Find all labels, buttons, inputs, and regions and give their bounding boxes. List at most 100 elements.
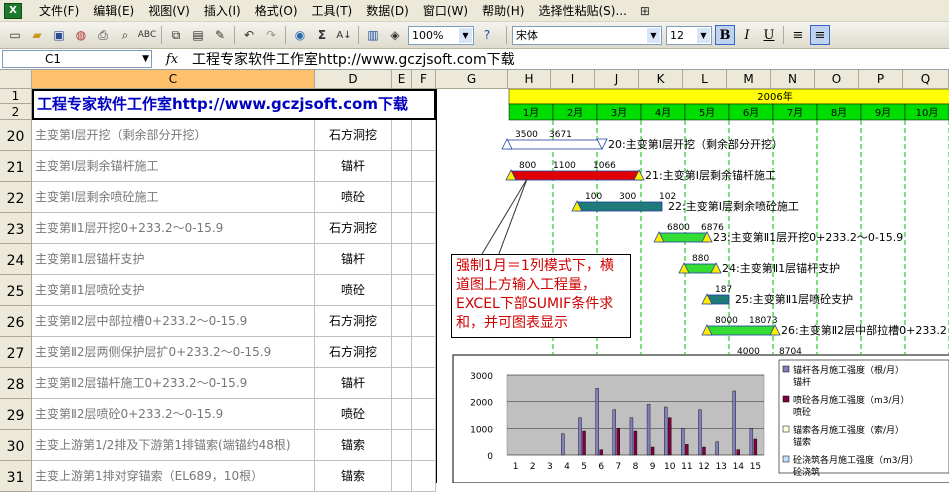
task-name-cell[interactable]: 主变第Ⅱ1层开挖0+233.2～0-15.9 [32, 213, 315, 244]
formula-input[interactable]: 工程专家软件工作室http://www.gczjsoft.com下载 [192, 49, 515, 69]
column-header-i[interactable]: I [551, 70, 595, 89]
empty-cell[interactable] [392, 182, 412, 213]
task-name-cell[interactable]: 主变上游第1排对穿锚索（EL689，10根） [32, 461, 315, 492]
empty-cell[interactable] [412, 337, 436, 368]
empty-cell[interactable] [412, 275, 436, 306]
row-header[interactable]: 20 [0, 120, 32, 151]
task-name-cell[interactable]: 主变第Ⅰ层剩余锚杆施工 [32, 151, 315, 182]
empty-cell[interactable] [392, 399, 412, 430]
row-header[interactable]: 25 [0, 275, 32, 306]
insert-function-icon[interactable]: fx [152, 52, 192, 67]
column-header-o[interactable]: O [815, 70, 859, 89]
column-header-n[interactable]: N [771, 70, 815, 89]
align-left-icon[interactable]: ≡ [788, 25, 808, 45]
column-header-l[interactable]: L [683, 70, 727, 89]
row-header[interactable]: 26 [0, 306, 32, 337]
row-header-1[interactable]: 1 [0, 89, 32, 104]
empty-cell[interactable] [412, 213, 436, 244]
chart-wizard-icon[interactable]: ▥ [364, 26, 382, 44]
empty-cell[interactable] [412, 368, 436, 399]
work-type-cell[interactable]: 喷砼 [315, 182, 392, 213]
work-type-cell[interactable]: 喷砼 [315, 275, 392, 306]
empty-cell[interactable] [412, 399, 436, 430]
empty-cell[interactable] [392, 306, 412, 337]
task-name-cell[interactable]: 主变上游第1/2排及下游第1排锚索(端锚约48根) [32, 430, 315, 461]
work-type-cell[interactable]: 锚索 [315, 430, 392, 461]
task-name-cell[interactable]: 主变第Ⅱ1层锚杆支护 [32, 244, 315, 275]
print-icon[interactable]: ⎙ [94, 26, 112, 44]
work-type-cell[interactable]: 石方洞挖 [315, 306, 392, 337]
task-name-cell[interactable]: 主变第Ⅱ2层锚杆施工0+233.2～0-15.9 [32, 368, 315, 399]
empty-cell[interactable] [412, 244, 436, 275]
chevron-down-icon[interactable]: ▼ [142, 51, 149, 67]
row-header[interactable]: 27 [0, 337, 32, 368]
row-header[interactable]: 28 [0, 368, 32, 399]
empty-cell[interactable] [412, 430, 436, 461]
menu-data[interactable]: 数据(D) [359, 1, 416, 21]
font-select[interactable]: 宋体 ▼ [512, 25, 662, 45]
work-type-cell[interactable]: 锚索 [315, 461, 392, 492]
undo-icon[interactable]: ↶ [240, 26, 258, 44]
work-type-cell[interactable]: 喷砼 [315, 399, 392, 430]
column-header-j[interactable]: J [595, 70, 639, 89]
column-header-m[interactable]: M [727, 70, 771, 89]
autosum-icon[interactable]: Σ [313, 26, 331, 44]
task-name-cell[interactable]: 主变第Ⅱ2层两侧保护层扩0+233.2～0-15.9 [32, 337, 315, 368]
row-header[interactable]: 31 [0, 461, 32, 492]
task-name-cell[interactable]: 主变第Ⅰ层剩余喷砼施工 [32, 182, 315, 213]
menu-insert[interactable]: 插入(I) [197, 1, 248, 21]
column-header-h[interactable]: H [508, 70, 551, 89]
task-name-cell[interactable]: 主变第Ⅰ层开挖（剩余部分开挖） [32, 120, 315, 151]
new-file-icon[interactable]: ▭ [6, 26, 24, 44]
chevron-down-icon[interactable]: ▼ [459, 27, 472, 43]
row-header[interactable]: 24 [0, 244, 32, 275]
permission-icon[interactable]: ◍ [72, 26, 90, 44]
empty-cell[interactable] [392, 213, 412, 244]
empty-cell[interactable] [392, 244, 412, 275]
column-header-q[interactable]: Q [903, 70, 949, 89]
underline-button[interactable]: U [759, 25, 779, 45]
name-box[interactable]: C1 ▼ [2, 50, 152, 68]
empty-cell[interactable] [412, 182, 436, 213]
menu-file[interactable]: 文件(F) [32, 1, 86, 21]
column-header-d[interactable]: D [315, 70, 392, 89]
chevron-down-icon[interactable]: ▼ [697, 27, 710, 43]
format-painter-icon[interactable]: ✎ [211, 26, 229, 44]
italic-button[interactable]: I [737, 25, 757, 45]
title-cell-c1[interactable]: 工程专家软件工作室http://www.gczjsoft.com下载 [32, 89, 436, 120]
font-size-select[interactable]: 12 ▼ [666, 25, 712, 45]
task-name-cell[interactable]: 主变第Ⅱ1层喷砼支护 [32, 275, 315, 306]
excel-app-icon[interactable]: X [4, 2, 22, 19]
empty-cell[interactable] [412, 120, 436, 151]
work-type-cell[interactable]: 石方洞挖 [315, 213, 392, 244]
empty-cell[interactable] [412, 461, 436, 492]
empty-cell[interactable] [412, 306, 436, 337]
menu-format[interactable]: 格式(O) [248, 1, 305, 21]
column-header-p[interactable]: P [859, 70, 903, 89]
menu-window[interactable]: 窗口(W) [416, 1, 475, 21]
spelling-icon[interactable]: ABC [138, 26, 156, 44]
empty-cell[interactable] [392, 120, 412, 151]
empty-cell[interactable] [392, 151, 412, 182]
row-header[interactable]: 22 [0, 182, 32, 213]
menu-tools[interactable]: 工具(T) [305, 1, 360, 21]
help-icon[interactable]: ? [478, 26, 496, 44]
drawing-icon[interactable]: ◈ [386, 26, 404, 44]
empty-cell[interactable] [392, 368, 412, 399]
align-center-icon[interactable]: ≡ [810, 25, 830, 45]
select-all-corner[interactable] [0, 70, 32, 89]
work-type-cell[interactable]: 石方洞挖 [315, 120, 392, 151]
paste-icon[interactable]: ▤ [189, 26, 207, 44]
column-header-c[interactable]: C [32, 70, 315, 89]
empty-cell[interactable] [412, 151, 436, 182]
network-icon[interactable]: ⊞ [636, 2, 654, 20]
empty-cell[interactable] [392, 337, 412, 368]
menu-help[interactable]: 帮助(H) [475, 1, 531, 21]
row-header[interactable]: 29 [0, 399, 32, 430]
work-type-cell[interactable]: 石方洞挖 [315, 337, 392, 368]
print-preview-icon[interactable]: ⌕ [116, 26, 134, 44]
empty-cell[interactable] [392, 430, 412, 461]
save-icon[interactable]: ▣ [50, 26, 68, 44]
column-header-e[interactable]: E [392, 70, 412, 89]
row-header[interactable]: 30 [0, 430, 32, 461]
